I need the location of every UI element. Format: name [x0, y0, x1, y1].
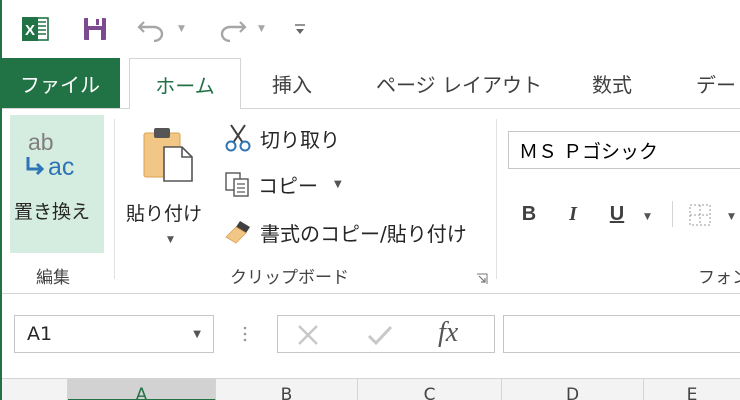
enter-check-icon[interactable]: [366, 323, 394, 347]
replace-icon-bottom: ac: [48, 153, 75, 181]
replace-label: 置き換え: [14, 201, 91, 223]
group-separator: [496, 119, 497, 279]
undo-dropdown-icon[interactable]: ▼: [178, 24, 185, 34]
undo-icon[interactable]: [134, 12, 170, 46]
splitter-handle-icon[interactable]: [242, 325, 248, 345]
formula-buttons: fx: [277, 315, 495, 353]
paste-button[interactable]: 貼り付け ▼: [124, 117, 214, 257]
formula-input[interactable]: [503, 315, 740, 353]
group-label-editing: 編集: [36, 268, 70, 288]
tab-formulas[interactable]: 数式: [592, 58, 632, 108]
font-name-box[interactable]: ＭＳ Ｐゴシック: [508, 131, 740, 169]
replace-icon-top: ab: [28, 129, 54, 155]
tab-file[interactable]: ファイル: [0, 58, 120, 108]
formula-bar: A1 ▼ fx: [0, 295, 740, 370]
copy-icon: [225, 172, 249, 197]
save-icon[interactable]: [78, 12, 112, 46]
redo-dropdown-icon[interactable]: ▼: [258, 24, 265, 34]
customize-qat-icon[interactable]: [290, 12, 310, 46]
group-separator: [114, 119, 115, 279]
format-painter-button[interactable]: 書式のコピー/貼り付け: [224, 215, 467, 249]
column-headers: A B C D E: [0, 378, 740, 400]
copy-dropdown-icon[interactable]: ▼: [334, 179, 342, 190]
cut-button[interactable]: 切り取り: [224, 121, 340, 155]
select-all-corner[interactable]: [0, 379, 68, 400]
column-header-a[interactable]: A: [68, 379, 216, 400]
column-header-c[interactable]: C: [358, 379, 502, 400]
paste-dropdown-icon[interactable]: ▼: [167, 235, 174, 245]
replace-arrow-icon: [26, 157, 45, 176]
cut-label: 切り取り: [260, 127, 340, 152]
format-painter-label: 書式のコピー/貼り付け: [260, 221, 467, 246]
borders-icon[interactable]: [688, 203, 712, 227]
paste-icon: [143, 128, 193, 182]
scissors-icon: [225, 124, 251, 152]
underline-dropdown-icon[interactable]: ▼: [644, 212, 651, 222]
tab-data[interactable]: デー: [696, 58, 736, 108]
cancel-icon[interactable]: [296, 323, 320, 347]
tab-home[interactable]: ホーム: [129, 58, 241, 109]
column-header-d[interactable]: D: [502, 379, 644, 400]
ribbon-tabs: ファイル ホーム 挿入 ページ レイアウト 数式 デー: [0, 58, 740, 109]
replace-button[interactable]: ab ac 置き換え: [10, 115, 104, 253]
column-header-b[interactable]: B: [216, 379, 358, 400]
tab-insert[interactable]: 挿入: [272, 58, 312, 108]
toolbar-separator: [672, 201, 673, 227]
bold-button[interactable]: B: [516, 199, 542, 229]
ribbon: ab ac 置き換え 編集 貼り付け ▼ 切り取り コピー ▼ 書式のコピー/貼…: [0, 108, 740, 294]
borders-dropdown-icon[interactable]: ▼: [728, 212, 735, 222]
group-label-clipboard: クリップボード: [230, 268, 349, 288]
copy-label: コピー: [258, 173, 318, 198]
paintbrush-icon: [225, 221, 250, 244]
dialog-launcher-icon[interactable]: [476, 273, 488, 285]
underline-button[interactable]: U: [604, 199, 630, 229]
copy-button[interactable]: コピー ▼: [224, 167, 342, 201]
column-header-e[interactable]: E: [644, 379, 740, 400]
svg-text:X: X: [25, 22, 35, 39]
redo-icon[interactable]: [214, 12, 250, 46]
window-border-left: [0, 0, 2, 400]
excel-logo-icon: X: [18, 12, 52, 46]
name-box-value: A1: [27, 323, 53, 345]
quick-access-toolbar: X ▼ ▼: [0, 0, 740, 58]
group-label-font: フォン: [698, 268, 740, 288]
tab-page-layout[interactable]: ページ レイアウト: [376, 58, 542, 108]
paste-label: 貼り付け: [126, 203, 203, 225]
name-box[interactable]: A1 ▼: [14, 315, 214, 353]
insert-function-icon[interactable]: fx: [438, 317, 458, 349]
italic-button[interactable]: I: [560, 199, 586, 229]
name-box-dropdown-icon[interactable]: ▼: [193, 329, 201, 340]
